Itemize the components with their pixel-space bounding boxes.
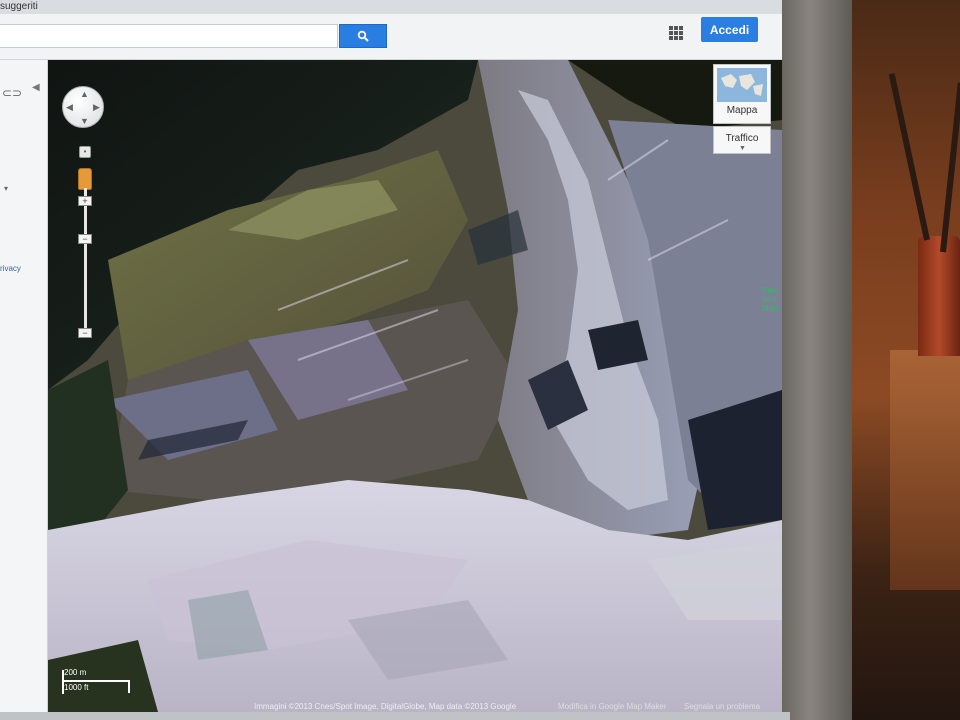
map-type-label: Mappa bbox=[726, 105, 758, 116]
map-thumbnail bbox=[717, 68, 767, 102]
room-vase bbox=[918, 236, 960, 356]
monitor-bezel bbox=[782, 0, 852, 720]
scale-bar: 200 m 1000 ft bbox=[58, 668, 132, 696]
scale-imperial: 1000 ft bbox=[64, 683, 89, 692]
satellite-imagery bbox=[48, 60, 782, 712]
report-problem-link[interactable]: Segnala un problema bbox=[684, 702, 760, 711]
map-type-button[interactable]: Mappa bbox=[713, 64, 771, 124]
pan-control[interactable]: ▲ ▼ ◀ ▶ bbox=[62, 86, 104, 128]
pegman-icon[interactable] bbox=[78, 168, 92, 190]
photo-of-monitor: suggeriti Accedi ⊂⊃ ◀ ▾ rivacy ▲ ▼ ◀ ▶ •… bbox=[0, 0, 960, 720]
zoom-in-button[interactable]: + bbox=[78, 196, 92, 206]
map-attribution: Immagini ©2013 Cnes/Spot Image, DigitalG… bbox=[254, 702, 517, 711]
search-icon bbox=[357, 30, 369, 42]
traffic-label: Traffico bbox=[725, 133, 759, 144]
room-shelf bbox=[890, 350, 960, 590]
park-label[interactable]: Parc de l Mon bbox=[762, 286, 778, 313]
chevron-down-icon: ▼ bbox=[739, 145, 746, 152]
zoom-slider-handle[interactable]: − bbox=[78, 234, 92, 244]
pan-right-icon[interactable]: ▶ bbox=[93, 102, 100, 113]
browser-window: suggeriti Accedi ⊂⊃ ◀ ▾ rivacy ▲ ▼ ◀ ▶ •… bbox=[0, 0, 782, 712]
search-input[interactable] bbox=[0, 24, 338, 48]
reset-view-icon[interactable]: • bbox=[79, 146, 91, 158]
signin-button[interactable]: Accedi bbox=[701, 17, 758, 42]
monitor-bottom-edge bbox=[0, 712, 790, 720]
dropdown-arrow-icon[interactable]: ▾ bbox=[4, 184, 8, 193]
traffic-button[interactable]: Traffico ▼ bbox=[713, 126, 771, 154]
satellite-map[interactable]: ▲ ▼ ◀ ▶ • + − − Mappa Traffico ▼ Parc de… bbox=[48, 60, 782, 712]
zoom-slider-track[interactable] bbox=[84, 188, 87, 336]
collapse-arrow-icon[interactable]: ◀ bbox=[32, 82, 40, 93]
privacy-link[interactable]: rivacy bbox=[0, 264, 21, 273]
left-panel: ⊂⊃ ◀ ▾ rivacy bbox=[0, 60, 48, 712]
top-strip-text: suggeriti bbox=[0, 1, 38, 12]
scale-metric: 200 m bbox=[64, 668, 87, 677]
maps-header: Accedi bbox=[0, 14, 782, 60]
pan-down-icon[interactable]: ▼ bbox=[80, 116, 89, 126]
top-strip: suggeriti bbox=[0, 0, 782, 14]
edit-in-map-maker-link[interactable]: Modifica in Google Map Maker bbox=[558, 702, 667, 711]
link-icon[interactable]: ⊂⊃ bbox=[2, 86, 22, 100]
apps-grid-icon[interactable] bbox=[669, 26, 683, 40]
search-button[interactable] bbox=[339, 24, 387, 48]
pan-left-icon[interactable]: ◀ bbox=[66, 102, 73, 113]
pan-up-icon[interactable]: ▲ bbox=[80, 89, 89, 99]
zoom-out-button[interactable]: − bbox=[78, 328, 92, 338]
